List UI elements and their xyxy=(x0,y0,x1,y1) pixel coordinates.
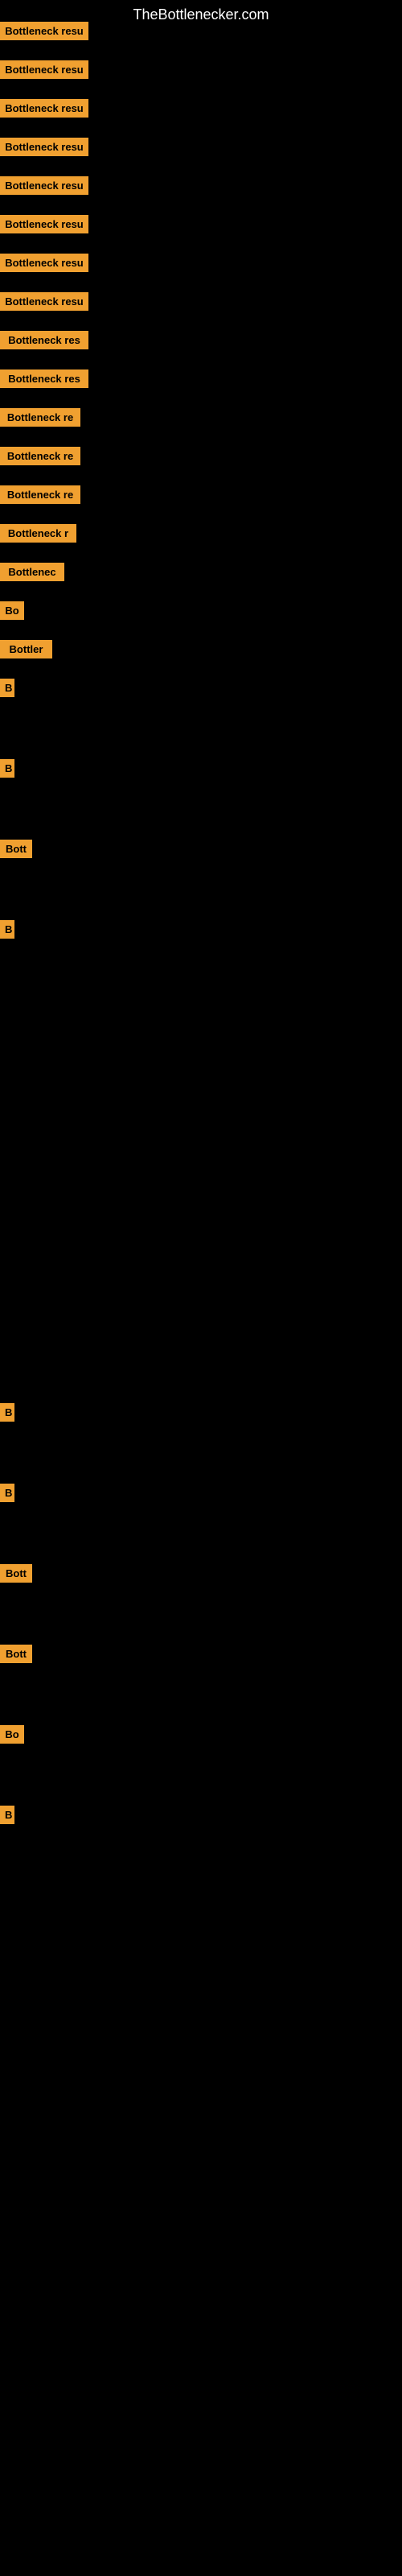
bottleneck-button-23[interactable]: B xyxy=(0,1484,14,1502)
bottleneck-button-15[interactable]: Bottlenec xyxy=(0,563,64,581)
bottleneck-button-13[interactable]: Bottleneck re xyxy=(0,485,80,504)
bottleneck-button-11[interactable]: Bottleneck re xyxy=(0,408,80,427)
bottleneck-button-27[interactable]: B xyxy=(0,1806,14,1824)
bottleneck-button-5[interactable]: Bottleneck resu xyxy=(0,176,88,195)
bottleneck-button-24[interactable]: Bott xyxy=(0,1564,32,1583)
bottleneck-button-9[interactable]: Bottleneck res xyxy=(0,331,88,349)
bottleneck-button-3[interactable]: Bottleneck resu xyxy=(0,99,88,118)
bottleneck-button-10[interactable]: Bottleneck res xyxy=(0,369,88,388)
bottleneck-button-2[interactable]: Bottleneck resu xyxy=(0,60,88,79)
bottleneck-button-22[interactable]: B xyxy=(0,1403,14,1422)
bottleneck-button-17[interactable]: Bottler xyxy=(0,640,52,658)
bottleneck-button-4[interactable]: Bottleneck resu xyxy=(0,138,88,156)
bottleneck-button-12[interactable]: Bottleneck re xyxy=(0,447,80,465)
bottleneck-button-21[interactable]: B xyxy=(0,920,14,939)
bottleneck-button-20[interactable]: Bott xyxy=(0,840,32,858)
bottleneck-button-8[interactable]: Bottleneck resu xyxy=(0,292,88,311)
bottleneck-button-16[interactable]: Bo xyxy=(0,601,24,620)
bottleneck-button-25[interactable]: Bott xyxy=(0,1645,32,1663)
bottleneck-button-26[interactable]: Bo xyxy=(0,1725,24,1744)
bottleneck-button-19[interactable]: B xyxy=(0,759,14,778)
bottleneck-button-7[interactable]: Bottleneck resu xyxy=(0,254,88,272)
bottleneck-button-18[interactable]: B xyxy=(0,679,14,697)
bottleneck-button-14[interactable]: Bottleneck r xyxy=(0,524,76,543)
bottleneck-button-1[interactable]: Bottleneck resu xyxy=(0,22,88,40)
bottleneck-button-6[interactable]: Bottleneck resu xyxy=(0,215,88,233)
